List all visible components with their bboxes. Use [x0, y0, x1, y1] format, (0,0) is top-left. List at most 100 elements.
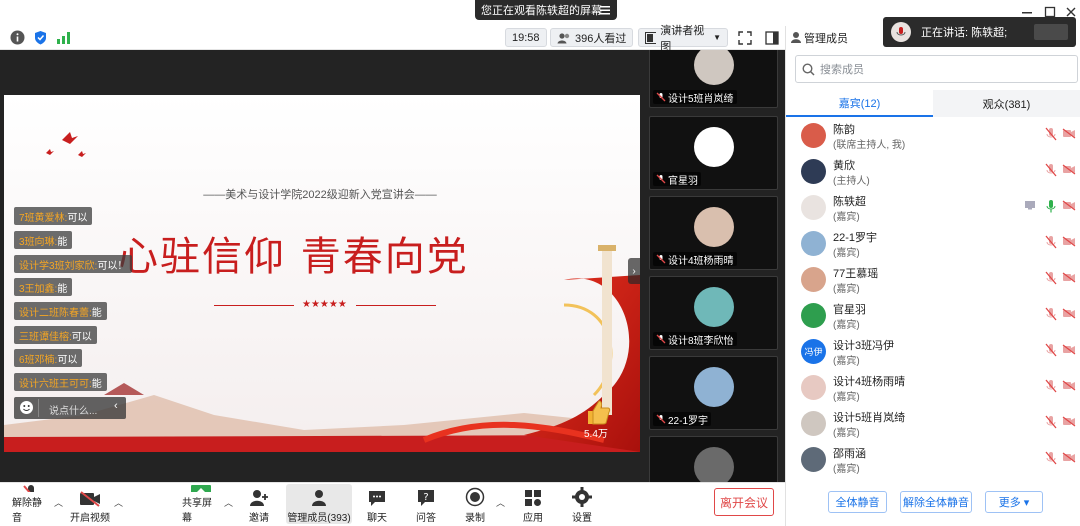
camera-off-icon[interactable]	[1062, 452, 1076, 463]
mic-muted-icon	[656, 174, 666, 184]
chat-button[interactable]: 聊天	[364, 484, 390, 524]
mic-muted-icon[interactable]	[1045, 415, 1057, 429]
viewer-count[interactable]: 396人看过	[550, 28, 634, 47]
more-options-button[interactable]: 更多 ▾	[985, 491, 1043, 513]
chat-bubble-icon	[369, 491, 385, 506]
participant-thumbnail[interactable]	[649, 436, 778, 482]
camera-off-icon[interactable]	[1062, 200, 1076, 211]
member-search-input[interactable]: 搜索成员	[795, 55, 1078, 83]
screen-sharing-icon	[1024, 200, 1036, 210]
tab-audience[interactable]: 观众(381)	[933, 90, 1080, 117]
share-banner-text: 您正在观看陈轶超的屏幕	[481, 5, 602, 17]
mic-muted-icon[interactable]	[1045, 451, 1057, 465]
tab-guests[interactable]: 嘉宾(12)	[786, 90, 933, 117]
signal-strength-icon[interactable]	[56, 31, 71, 44]
mic-muted-icon[interactable]	[1045, 163, 1057, 177]
view-mode-select[interactable]: 演讲者视图 ▼	[638, 25, 728, 53]
member-name: 邵雨涵	[833, 448, 866, 460]
fullscreen-icon[interactable]	[738, 31, 752, 45]
member-row[interactable]: 陈韵 (联席主持人, 我)	[786, 118, 1080, 154]
participant-thumbnail[interactable]: 设计8班李欣怡	[649, 276, 778, 350]
manage-members-button[interactable]: 管理成员(393)	[286, 484, 352, 524]
participant-thumbnail[interactable]: 官星羽	[649, 116, 778, 190]
start-video-button[interactable]: 开启视频	[70, 484, 110, 524]
speaker-view-icon	[645, 31, 657, 44]
mic-muted-icon[interactable]	[1045, 235, 1057, 249]
chat-message: 6班邓楠: 可以	[14, 349, 83, 367]
participant-avatar	[694, 447, 734, 482]
unmute-all-button[interactable]: 解除全体静音	[900, 491, 972, 513]
member-role: (嘉宾)	[833, 356, 860, 367]
member-role: (主持人)	[833, 176, 870, 187]
chat-collapse-icon[interactable]: ‹	[114, 400, 118, 412]
banner-menu-icon[interactable]	[599, 4, 611, 16]
chat-input-bar[interactable]: 说点什么... ‹	[14, 397, 126, 419]
participant-name-label: 官星羽	[653, 172, 701, 187]
speaking-text: 正在讲话: 陈轶超;	[921, 27, 1008, 39]
mic-icon	[896, 27, 906, 36]
participant-name-label: 设计8班李欣怡	[653, 332, 737, 347]
video-options-caret-icon[interactable]: ︿	[114, 496, 123, 509]
camera-off-icon[interactable]	[1062, 164, 1076, 175]
camera-off-icon[interactable]	[1062, 272, 1076, 283]
mic-muted-icon[interactable]	[1045, 127, 1057, 141]
member-row[interactable]: 设计4班杨雨晴 (嘉宾)	[786, 370, 1080, 406]
camera-off-icon[interactable]	[1062, 416, 1076, 427]
member-row[interactable]: 冯伊 设计3班冯伊 (嘉宾)	[786, 334, 1080, 370]
member-name: 陈韵	[833, 124, 855, 136]
member-avatar	[801, 159, 826, 184]
apps-button[interactable]: 应用	[520, 484, 546, 524]
member-row[interactable]: 黄欣 (主持人)	[786, 154, 1080, 190]
mute-all-button[interactable]: 全体静音	[828, 491, 887, 513]
member-row[interactable]: 邵雨涵 (嘉宾)	[786, 442, 1080, 478]
record-button[interactable]: 录制	[462, 484, 488, 524]
share-options-caret-icon[interactable]: ︿	[224, 496, 233, 509]
like-thumb-icon[interactable]	[582, 397, 612, 427]
camera-off-icon[interactable]	[1062, 380, 1076, 391]
participant-name: 官星羽	[668, 175, 698, 187]
slide-divider-right	[356, 305, 436, 306]
chat-message-sender: 设计六班王可可:	[19, 378, 92, 390]
mic-muted-icon	[23, 485, 34, 492]
info-icon[interactable]	[10, 30, 25, 45]
settings-button[interactable]: 设置	[569, 484, 595, 524]
member-row[interactable]: 官星羽 (嘉宾)	[786, 298, 1080, 334]
mic-muted-icon[interactable]	[1045, 343, 1057, 357]
record-options-caret-icon[interactable]: ︿	[496, 496, 505, 509]
camera-off-icon[interactable]	[1062, 344, 1076, 355]
member-name: 设计3班冯伊	[833, 340, 895, 352]
meeting-infobar: 19:58 396人看过 演讲者视图 ▼	[0, 25, 785, 53]
chat-message-text: 可以	[71, 331, 92, 343]
participant-thumbnail[interactable]: 设计4班杨雨晴	[649, 196, 778, 270]
share-banner[interactable]: 您正在观看陈轶超的屏幕	[475, 0, 617, 20]
camera-off-icon[interactable]	[1062, 236, 1076, 247]
chat-message: 三班谭佳榕: 可以	[14, 326, 97, 344]
invite-button[interactable]: 邀请	[246, 484, 272, 524]
mic-muted-icon[interactable]	[1045, 379, 1057, 393]
member-name: 设计5班肖岚绮	[833, 412, 906, 424]
member-row[interactable]: 设计5班肖岚绮 (嘉宾)	[786, 406, 1080, 442]
participant-thumbnail[interactable]: 设计5班肖岚绮	[649, 50, 778, 108]
camera-off-icon[interactable]	[1062, 128, 1076, 139]
record-icon	[465, 487, 485, 507]
expand-thumbnails-arrow-icon[interactable]: ›	[628, 258, 640, 284]
camera-off-icon[interactable]	[1062, 308, 1076, 319]
sidebar-toggle-icon[interactable]	[765, 31, 779, 45]
unmute-button[interactable]: 解除静音	[12, 484, 50, 524]
member-row[interactable]: 陈轶超 (嘉宾)	[786, 190, 1080, 226]
member-row[interactable]: 22-1罗宇 (嘉宾)	[786, 226, 1080, 262]
emoji-icon[interactable]	[19, 400, 34, 415]
mic-muted-icon[interactable]	[1045, 271, 1057, 285]
meeting-timer: 19:58	[505, 28, 547, 47]
member-row[interactable]: 77王慕瑶 (嘉宾)	[786, 262, 1080, 298]
audio-options-caret-icon[interactable]: ︿	[54, 496, 63, 509]
qa-button[interactable]: ? 问答	[413, 484, 439, 524]
leave-meeting-button[interactable]: 离开会议	[714, 488, 774, 516]
chat-input-placeholder: 说点什么...	[49, 406, 98, 417]
member-avatar	[801, 267, 826, 292]
participant-thumbnail[interactable]: 22-1罗宇	[649, 356, 778, 430]
mic-muted-icon[interactable]	[1045, 307, 1057, 321]
share-screen-button[interactable]: 共享屏幕	[182, 484, 220, 524]
security-shield-icon[interactable]	[33, 30, 48, 45]
mic-on-icon[interactable]	[1045, 199, 1057, 213]
